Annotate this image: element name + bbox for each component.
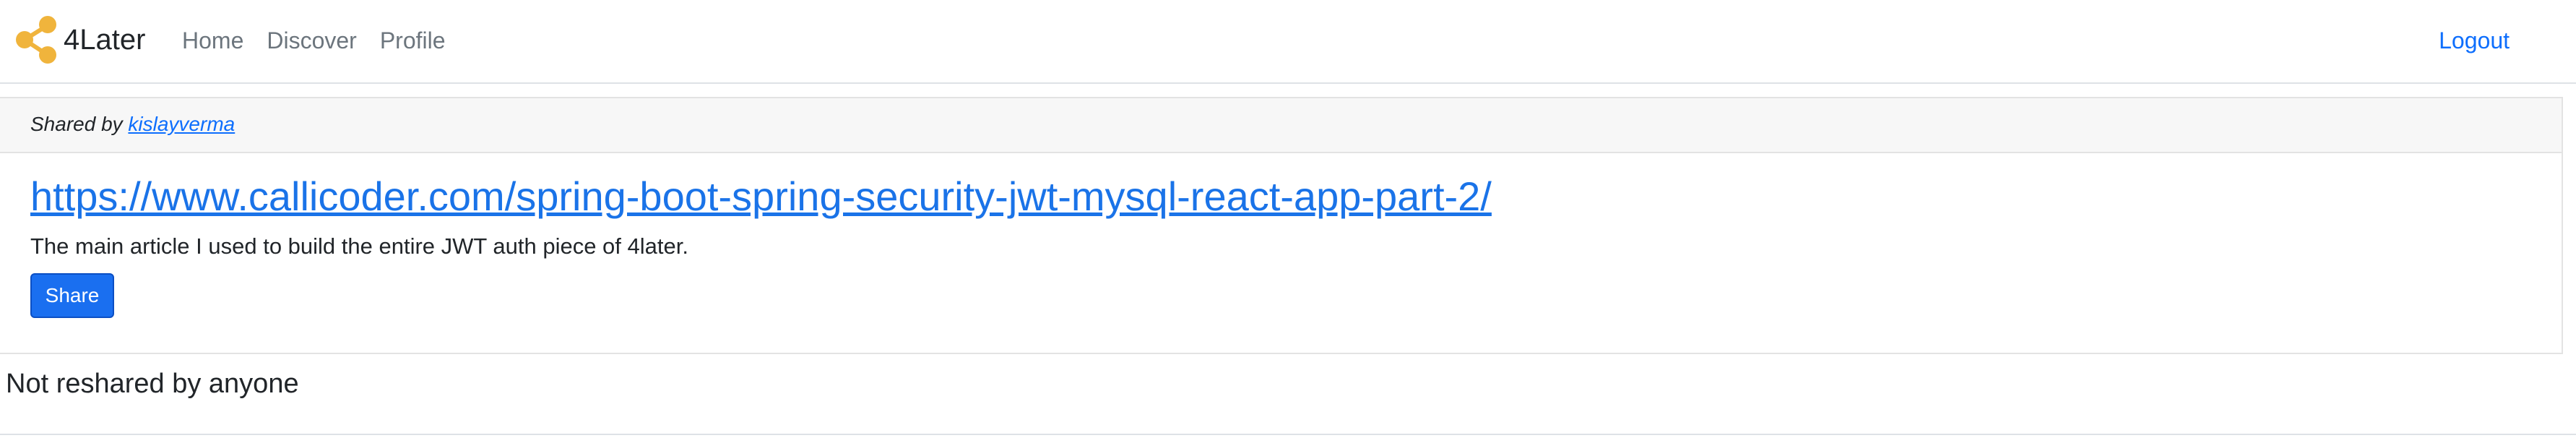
nav-links: Home Discover Profile — [182, 25, 446, 56]
shared-by-label: Shared by — [30, 113, 129, 135]
shared-url-link[interactable]: https://www.callicoder.com/spring-boot-s… — [30, 172, 2562, 221]
nav-discover-link[interactable]: Discover — [267, 25, 356, 56]
share-button[interactable]: Share — [30, 273, 114, 318]
divider — [0, 434, 2576, 435]
nav-profile-link[interactable]: Profile — [380, 25, 446, 56]
card-body: https://www.callicoder.com/spring-boot-s… — [0, 172, 2562, 318]
share-nodes-icon — [16, 16, 56, 64]
brand-name: 4Later — [64, 24, 146, 56]
reshare-status-heading: Not reshared by anyone — [6, 369, 299, 399]
share-card: Shared by kislayverma https://www.callic… — [0, 97, 2563, 354]
top-navbar: 4Later Home Discover Profile Logout — [0, 0, 2576, 84]
nav-home-link[interactable]: Home — [182, 25, 243, 56]
brand-link[interactable]: 4Later — [14, 16, 145, 64]
share-description: The main article I used to build the ent… — [30, 233, 688, 259]
card-header: Shared by kislayverma — [0, 98, 2562, 153]
shared-by-user-link[interactable]: kislayverma — [128, 113, 235, 135]
logout-link[interactable]: Logout — [2439, 25, 2510, 56]
